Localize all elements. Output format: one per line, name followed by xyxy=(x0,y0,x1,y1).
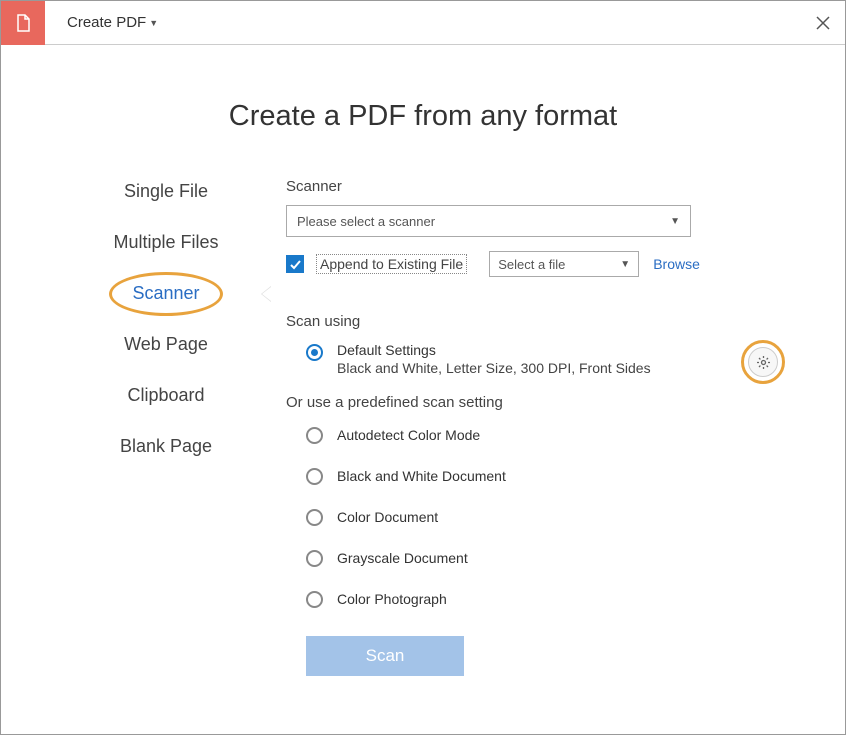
chevron-down-icon: ▼ xyxy=(670,216,680,227)
sidebar-item-blank-page[interactable]: Blank Page xyxy=(81,436,251,457)
radio-bw-document[interactable] xyxy=(306,468,323,485)
header-title[interactable]: Create PDF ▼ xyxy=(45,14,158,31)
radio-color-document[interactable] xyxy=(306,509,323,526)
option-color-photograph: Color Photograph xyxy=(286,589,795,608)
close-button[interactable] xyxy=(801,1,845,45)
default-settings-sub: Black and White, Letter Size, 300 DPI, F… xyxy=(337,360,651,376)
option-bw-document: Black and White Document xyxy=(286,466,795,485)
scan-button[interactable]: Scan xyxy=(306,636,464,676)
sidebar-item-clipboard[interactable]: Clipboard xyxy=(81,385,251,406)
content-area: Create a PDF from any format Single File… xyxy=(1,45,845,734)
option-color-document: Color Document xyxy=(286,507,795,526)
sidebar-item-scanner[interactable]: Scanner xyxy=(81,283,251,304)
header-title-text: Create PDF xyxy=(67,14,146,31)
highlight-circle xyxy=(109,272,223,316)
sidebar-item-label: Single File xyxy=(124,181,208,201)
radio-autodetect[interactable] xyxy=(306,427,323,444)
chevron-down-icon: ▼ xyxy=(620,259,630,270)
header: Create PDF ▼ xyxy=(1,1,845,45)
default-settings-row: Default Settings Black and White, Letter… xyxy=(286,342,795,376)
predefined-label: Or use a predefined scan setting xyxy=(286,394,795,411)
radio-default-settings[interactable] xyxy=(306,344,323,361)
sidebar-item-label: Web Page xyxy=(124,334,208,354)
default-settings-label: Default Settings xyxy=(337,342,651,358)
option-label: Black and White Document xyxy=(337,468,506,484)
dropdown-caret-icon: ▼ xyxy=(149,18,158,28)
browse-link[interactable]: Browse xyxy=(653,256,700,272)
sidebar-item-label: Clipboard xyxy=(127,385,204,405)
sidebar-item-label: Blank Page xyxy=(120,436,212,456)
option-autodetect: Autodetect Color Mode xyxy=(286,425,795,444)
page-title: Create a PDF from any format xyxy=(1,100,845,133)
scan-button-wrap: Scan xyxy=(306,636,795,676)
sidebar: Single File Multiple Files Scanner Web P… xyxy=(81,173,251,676)
radio-color-photograph[interactable] xyxy=(306,591,323,608)
option-label: Color Photograph xyxy=(337,591,447,607)
radio-grayscale-document[interactable] xyxy=(306,550,323,567)
main-panel: Scanner Please select a scanner ▼ Append… xyxy=(251,173,795,676)
sidebar-item-label: Multiple Files xyxy=(113,232,218,252)
file-select[interactable]: Select a file ▼ xyxy=(489,251,639,277)
scanner-select-text: Please select a scanner xyxy=(297,214,435,229)
radio-text: Default Settings Black and White, Letter… xyxy=(337,342,651,376)
pdf-icon xyxy=(1,1,45,45)
append-label: Append to Existing File xyxy=(316,254,467,274)
sidebar-item-single-file[interactable]: Single File xyxy=(81,181,251,202)
sidebar-item-web-page[interactable]: Web Page xyxy=(81,334,251,355)
scanner-section-label: Scanner xyxy=(286,178,795,195)
append-checkbox[interactable] xyxy=(286,255,304,273)
option-label: Autodetect Color Mode xyxy=(337,427,480,443)
pointer-icon xyxy=(261,286,271,302)
gear-icon xyxy=(748,347,778,377)
scanner-select[interactable]: Please select a scanner ▼ xyxy=(286,205,691,237)
option-label: Grayscale Document xyxy=(337,550,468,566)
option-label: Color Document xyxy=(337,509,438,525)
file-select-text: Select a file xyxy=(498,257,565,272)
scan-using-label: Scan using xyxy=(286,313,795,330)
layout: Single File Multiple Files Scanner Web P… xyxy=(1,173,845,676)
sidebar-item-multiple-files[interactable]: Multiple Files xyxy=(81,232,251,253)
settings-button[interactable] xyxy=(741,340,785,384)
append-row: Append to Existing File Select a file ▼ … xyxy=(286,251,795,277)
option-grayscale-document: Grayscale Document xyxy=(286,548,795,567)
